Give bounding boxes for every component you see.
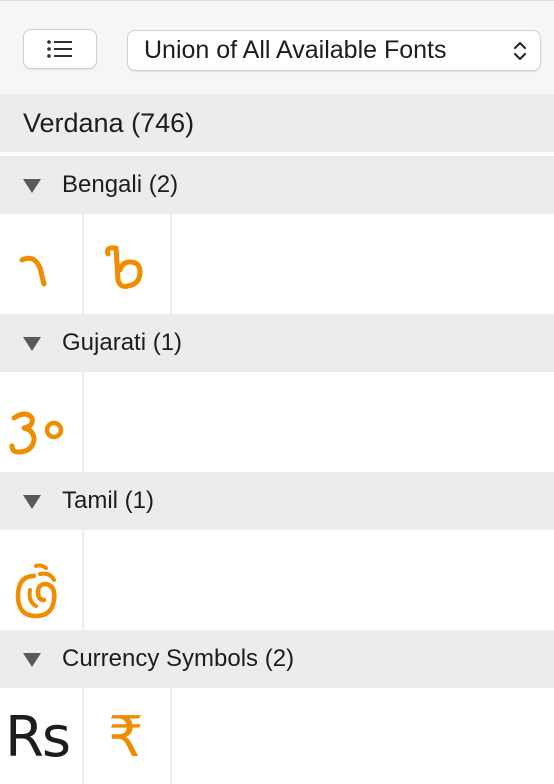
section-label: Bengali (2) (62, 171, 179, 198)
rupee-sign-rs-glyph: Rs (5, 705, 71, 770)
disclosure-triangle-icon[interactable] (22, 494, 42, 510)
glyph-cell[interactable] (84, 214, 172, 314)
bengali-glyph-1 (19, 255, 47, 287)
font-title: Verdana (746) (23, 108, 195, 138)
section-header-gujarati[interactable]: Gujarati (1) (0, 314, 554, 372)
section-label: Currency Symbols (2) (62, 645, 295, 672)
section-label: Gujarati (1) (62, 329, 183, 356)
disclosure-triangle-icon[interactable] (22, 336, 42, 352)
glyph-row-bengali (0, 214, 554, 314)
indian-rupee-glyph: ₹ (108, 705, 144, 770)
disclosure-triangle-icon[interactable] (22, 178, 42, 194)
section-header-tamil[interactable]: Tamil (1) (0, 472, 554, 530)
disclosure-triangle-icon[interactable] (22, 652, 42, 668)
glyph-row-gujarati (0, 372, 554, 472)
glyph-cell[interactable] (0, 372, 84, 472)
list-icon (47, 40, 72, 58)
character-viewer-window: Union of All Available Fonts Verdana (74… (0, 0, 554, 784)
font-collection-select[interactable]: Union of All Available Fonts (127, 30, 541, 71)
glyph-cell[interactable] (0, 214, 84, 314)
glyph-cell[interactable] (0, 530, 84, 630)
list-view-button[interactable] (23, 29, 97, 69)
font-header: Verdana (746) (0, 94, 554, 154)
glyph-cell[interactable]: ₹ (84, 688, 172, 784)
section-header-currency-symbols[interactable]: Currency Symbols (2) (0, 630, 554, 688)
glyph-row-currency-symbols: Rs ₹ (0, 688, 554, 784)
toolbar: Union of All Available Fonts (0, 0, 554, 94)
section-label: Tamil (1) (62, 487, 155, 514)
bengali-glyph-2 (105, 245, 143, 289)
chevron-updown-icon (513, 41, 527, 61)
section-header-bengali[interactable]: Bengali (2) (0, 156, 554, 214)
tamil-glyph-1 (15, 563, 57, 619)
gujarati-glyph-1 (9, 411, 64, 455)
glyph-cell[interactable]: Rs (0, 688, 84, 784)
font-collection-value: Union of All Available Fonts (144, 36, 447, 64)
glyph-row-tamil (0, 530, 554, 630)
